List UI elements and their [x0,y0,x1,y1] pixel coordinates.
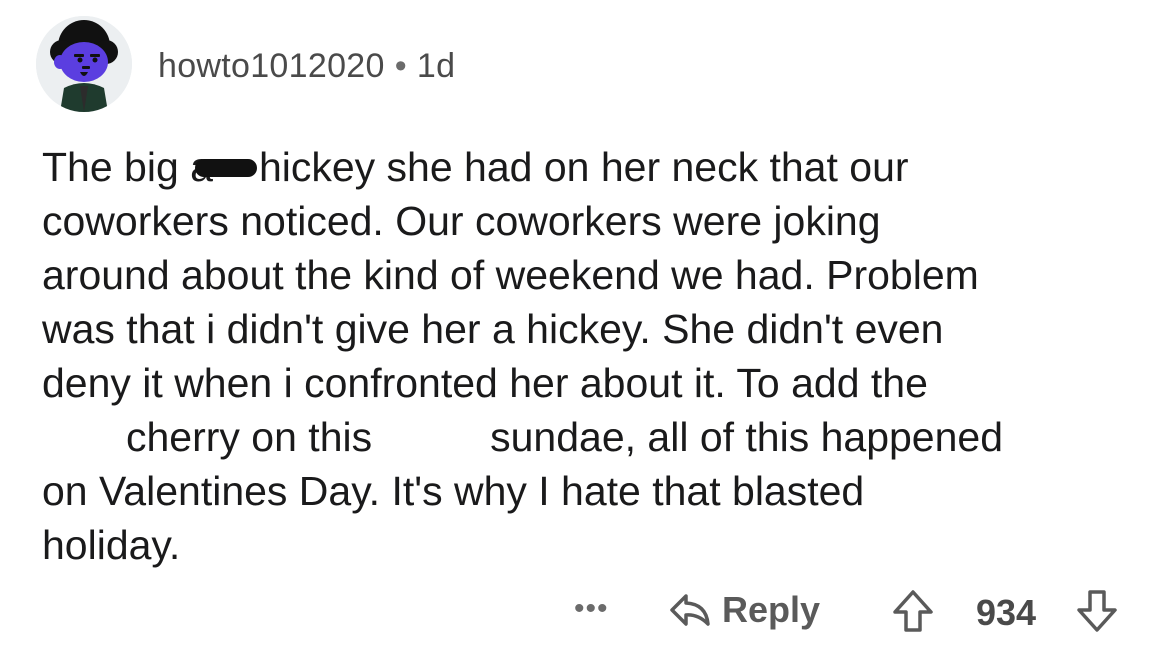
reply-arrow-icon [670,594,710,626]
comment-text-segment: sundae, all of this happened [490,414,1004,460]
more-options-button[interactable]: ••• [574,592,609,626]
redaction-mark [194,159,257,178]
reply-label: Reply [722,589,821,630]
comment-text-segment: cherry on this [126,414,373,460]
comment-line: coworkers noticed. Our coworkers were jo… [42,198,881,244]
reply-button[interactable]: Reply [668,586,820,634]
vote-score: 934 [976,592,1037,633]
comment-actions: ••• Reply 934 [0,586,1170,636]
downvote-arrow-icon [1077,590,1117,632]
comment-age: 1d [416,47,456,85]
comment-text-segment: hickey she had on her neck that our [258,144,909,190]
comment-line: was that i didn't give her a hickey. She… [42,306,944,352]
comment-line: deny it when i confronted her about it. … [42,360,928,406]
downvote-button[interactable] [1074,588,1120,639]
comment-line: holiday. [42,522,181,568]
meta-separator: • [394,47,407,85]
comment-meta: howto1012020 • 1d [158,47,455,86]
comment: howto1012020 • 1d The big a hickey she had … [0,0,1170,650]
comment-line: cherry on this sundae, all of this happen… [42,410,1142,464]
snoo-avatar-icon [36,16,132,112]
comment-line: on Valentines Day. It's why I hate that … [42,468,865,514]
username-link[interactable]: howto1012020 [158,47,385,85]
comment-text-segment: The big a [42,144,213,190]
comment-line: around about the kind of weekend we had.… [42,252,979,298]
upvote-button[interactable] [890,588,936,639]
user-avatar[interactable] [36,16,132,112]
upvote-arrow-icon [893,590,933,632]
comment-line: The big a hickey she had on her neck that… [42,140,1142,194]
comment-body: The big a hickey she had on her neck that… [42,140,1142,572]
